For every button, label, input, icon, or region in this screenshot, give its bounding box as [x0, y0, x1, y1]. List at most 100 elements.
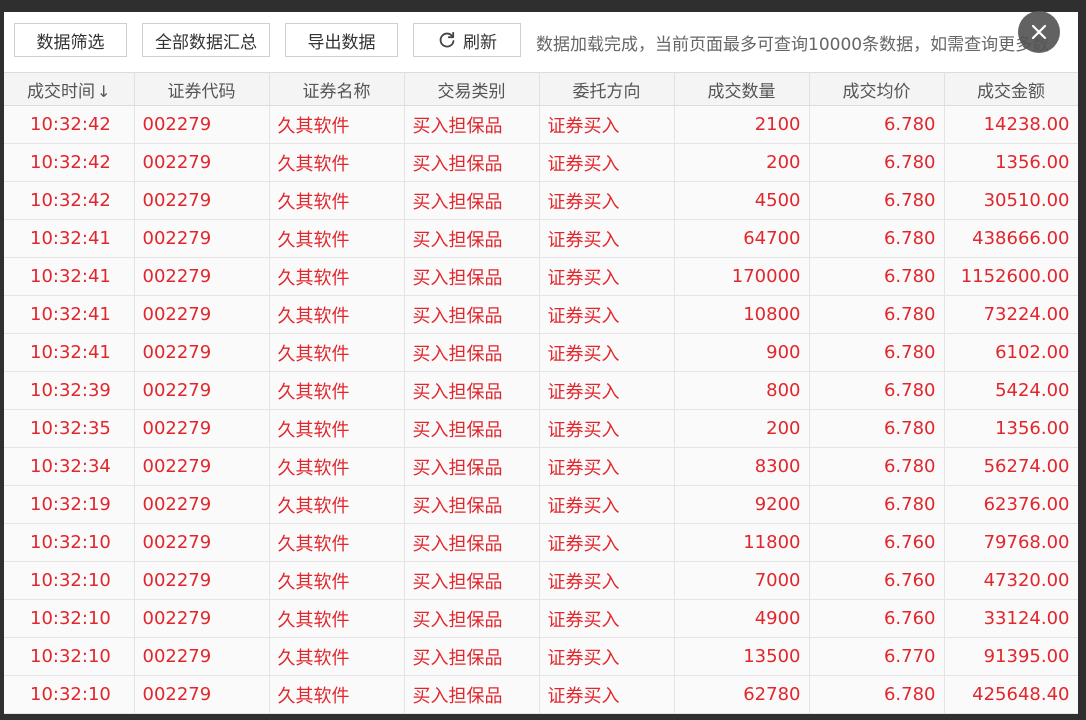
cell-avg-price: 6.780: [809, 333, 945, 372]
cell-quantity: 11800: [674, 523, 810, 562]
table-row[interactable]: 10:32:10 002279 久其软件 买入担保品 证券买入 13500 6.770 913…: [4, 637, 1078, 676]
cell-avg-price: 6.780: [809, 675, 945, 714]
cell-direction: 证券买入: [539, 675, 675, 714]
cell-avg-price: 6.780: [809, 485, 945, 524]
cell-name: 久其软件: [269, 295, 405, 334]
column-header-direction[interactable]: 委托方向: [539, 72, 675, 106]
column-header-quantity[interactable]: 成交数量: [674, 72, 810, 106]
cell-time: 10:32:42: [4, 143, 135, 182]
column-header-amount[interactable]: 成交金额: [944, 72, 1078, 106]
cell-time: 10:32:10: [4, 675, 135, 714]
cell-time: 10:32:41: [4, 219, 135, 258]
cell-name: 久其软件: [269, 447, 405, 486]
cell-avg-price: 6.780: [809, 105, 945, 144]
column-header-name[interactable]: 证券名称: [269, 72, 405, 106]
cell-time: 10:32:19: [4, 485, 135, 524]
cell-trade-type: 买入担保品: [404, 637, 540, 676]
cell-avg-price: 6.780: [809, 371, 945, 410]
cell-direction: 证券买入: [539, 143, 675, 182]
cell-code: 002279: [134, 257, 270, 296]
cell-avg-price: 6.770: [809, 637, 945, 676]
table-row[interactable]: 10:32:42 002279 久其软件 买入担保品 证券买入 4500 6.780 3051…: [4, 181, 1078, 220]
table-row[interactable]: 10:32:42 002279 久其软件 买入担保品 证券买入 2100 6.780 1423…: [4, 105, 1078, 144]
cell-trade-type: 买入担保品: [404, 257, 540, 296]
table-row[interactable]: 10:32:41 002279 久其软件 买入担保品 证券买入 170000 6.780 11…: [4, 257, 1078, 296]
cell-trade-type: 买入担保品: [404, 105, 540, 144]
cell-direction: 证券买入: [539, 257, 675, 296]
cell-quantity: 10800: [674, 295, 810, 334]
cell-amount: 56274.00: [944, 447, 1078, 486]
table-row[interactable]: 10:32:42 002279 久其软件 买入担保品 证券买入 200 6.780 1356.…: [4, 143, 1078, 182]
cell-trade-type: 买入担保品: [404, 599, 540, 638]
cell-quantity: 64700: [674, 219, 810, 258]
table-header: 成交时间 ↓ 证券代码 证券名称 交易类别 委托方向 成交数量 成交均价 成交金额: [4, 72, 1078, 106]
cell-time: 10:32:10: [4, 561, 135, 600]
refresh-button[interactable]: 刷新: [413, 23, 521, 57]
column-header-label: 成交均价: [842, 81, 911, 102]
cell-trade-type: 买入担保品: [404, 675, 540, 714]
cell-code: 002279: [134, 143, 270, 182]
column-header-label: 证券名称: [302, 81, 371, 102]
cell-amount: 1356.00: [944, 409, 1078, 448]
table-row[interactable]: 10:32:41 002279 久其软件 买入担保品 证券买入 900 6.780 6102.…: [4, 333, 1078, 372]
cell-name: 久其软件: [269, 485, 405, 524]
cell-trade-type: 买入担保品: [404, 561, 540, 600]
export-button[interactable]: 导出数据: [285, 23, 398, 57]
cell-direction: 证券买入: [539, 295, 675, 334]
column-header-code[interactable]: 证券代码: [134, 72, 270, 106]
cell-avg-price: 6.780: [809, 219, 945, 258]
table-row[interactable]: 10:32:41 002279 久其软件 买入担保品 证券买入 64700 6.780 438…: [4, 219, 1078, 258]
table-row[interactable]: 10:32:10 002279 久其软件 买入担保品 证券买入 4900 6.760 3312…: [4, 599, 1078, 638]
table-row[interactable]: 10:32:10 002279 久其软件 买入担保品 证券买入 7000 6.760 4732…: [4, 561, 1078, 600]
cell-amount: 47320.00: [944, 561, 1078, 600]
cell-amount: 62376.00: [944, 485, 1078, 524]
sort-desc-icon: ↓: [97, 81, 111, 101]
cell-name: 久其软件: [269, 599, 405, 638]
cell-avg-price: 6.780: [809, 295, 945, 334]
column-header-label: 证券代码: [167, 81, 236, 102]
cell-time: 10:32:42: [4, 181, 135, 220]
header-row: 成交时间 ↓ 证券代码 证券名称 交易类别 委托方向 成交数量 成交均价 成交金额: [4, 72, 1078, 106]
close-button[interactable]: [1018, 11, 1060, 53]
cell-name: 久其软件: [269, 561, 405, 600]
column-header-label: 成交金额: [977, 81, 1045, 102]
table-row[interactable]: 10:32:39 002279 久其软件 买入担保品 证券买入 800 6.780 5424.…: [4, 371, 1078, 410]
cell-code: 002279: [134, 561, 270, 600]
cell-quantity: 8300: [674, 447, 810, 486]
table-row[interactable]: 10:32:19 002279 久其软件 买入担保品 证券买入 9200 6.780 6237…: [4, 485, 1078, 524]
table-row[interactable]: 10:32:41 002279 久其软件 买入担保品 证券买入 10800 6.780 732…: [4, 295, 1078, 334]
cell-quantity: 9200: [674, 485, 810, 524]
cell-name: 久其软件: [269, 333, 405, 372]
cell-amount: 1356.00: [944, 143, 1078, 182]
cell-time: 10:32:10: [4, 599, 135, 638]
cell-name: 久其软件: [269, 371, 405, 410]
cell-direction: 证券买入: [539, 333, 675, 372]
table-row[interactable]: 10:32:10 002279 久其软件 买入担保品 证券买入 62780 6.780 425…: [4, 675, 1078, 714]
column-header-avg-price[interactable]: 成交均价: [809, 72, 945, 106]
table-row[interactable]: 10:32:10 002279 久其软件 买入担保品 证券买入 11800 6.760 797…: [4, 523, 1078, 562]
cell-avg-price: 6.780: [809, 143, 945, 182]
summary-button[interactable]: 全部数据汇总: [142, 23, 270, 57]
cell-time: 10:32:41: [4, 295, 135, 334]
cell-code: 002279: [134, 599, 270, 638]
cell-direction: 证券买入: [539, 447, 675, 486]
cell-code: 002279: [134, 219, 270, 258]
cell-avg-price: 6.780: [809, 181, 945, 220]
column-header-trade-type[interactable]: 交易类别: [404, 72, 540, 106]
cell-name: 久其软件: [269, 523, 405, 562]
cell-code: 002279: [134, 485, 270, 524]
column-header-time[interactable]: 成交时间 ↓: [4, 72, 135, 106]
table-row[interactable]: 10:32:35 002279 久其软件 买入担保品 证券买入 200 6.780 1356.…: [4, 409, 1078, 448]
cell-code: 002279: [134, 333, 270, 372]
cell-trade-type: 买入担保品: [404, 143, 540, 182]
table-row[interactable]: 10:32:34 002279 久其软件 买入担保品 证券买入 8300 6.780 5627…: [4, 447, 1078, 486]
cell-quantity: 200: [674, 409, 810, 448]
cell-name: 久其软件: [269, 257, 405, 296]
cell-code: 002279: [134, 295, 270, 334]
cell-quantity: 4900: [674, 599, 810, 638]
cell-amount: 6102.00: [944, 333, 1078, 372]
filter-button[interactable]: 数据筛选: [14, 23, 127, 57]
cell-avg-price: 6.760: [809, 561, 945, 600]
cell-trade-type: 买入担保品: [404, 523, 540, 562]
cell-name: 久其软件: [269, 181, 405, 220]
